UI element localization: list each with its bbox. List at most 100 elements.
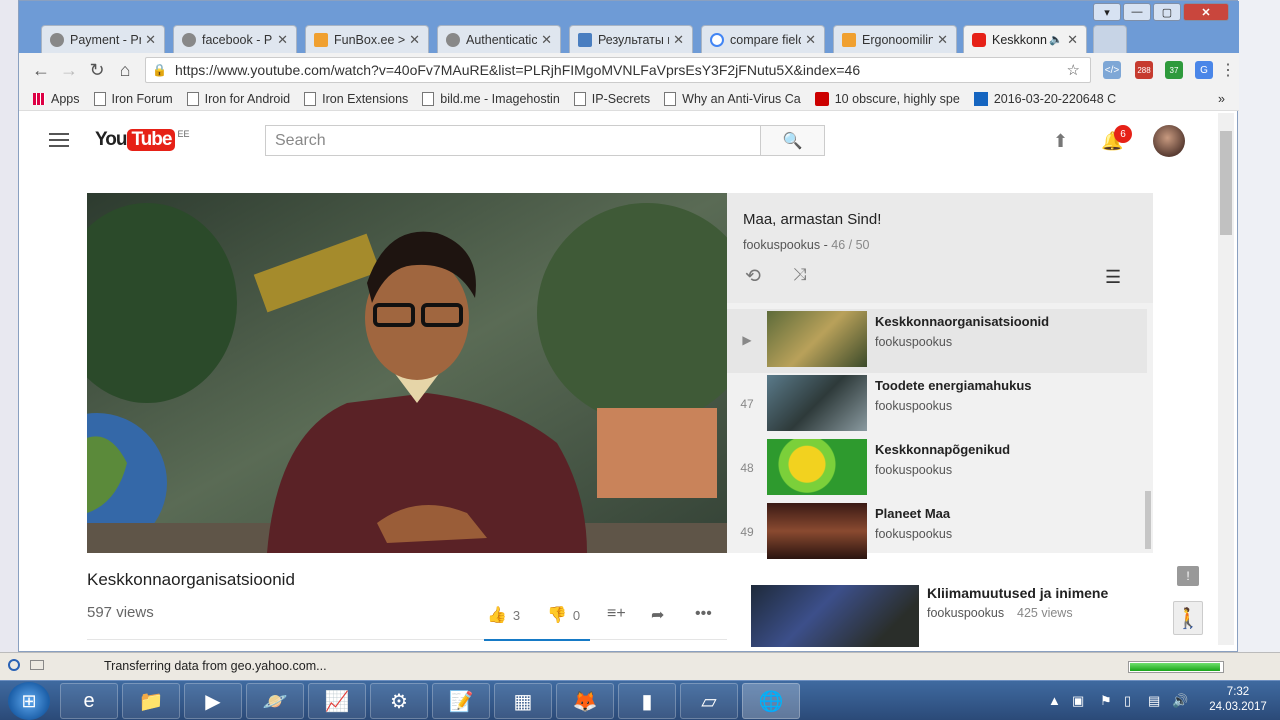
- bookmark-apps[interactable]: Apps: [33, 92, 80, 106]
- page-scrollbar[interactable]: [1218, 113, 1234, 645]
- suggested-video-thumbnail[interactable]: [751, 585, 919, 647]
- search-input[interactable]: Search: [265, 125, 761, 156]
- terminal-icon[interactable]: ▮: [618, 683, 676, 719]
- maximize-button[interactable]: ▢: [1153, 3, 1181, 21]
- firefox-icon[interactable]: 🦊: [556, 683, 614, 719]
- playlist-title[interactable]: Maa, armastan Sind!: [743, 211, 881, 228]
- bookmark-anti-virus[interactable]: Why an Anti-Virus Ca: [664, 91, 801, 106]
- playlist-item[interactable]: 47 Toodete energiamahukus fookuspookus: [727, 373, 1147, 437]
- tab-close-icon[interactable]: ✕: [805, 32, 816, 48]
- upload-icon[interactable]: ⬆: [1053, 131, 1068, 152]
- tab-close-icon[interactable]: ✕: [673, 32, 684, 48]
- search-button[interactable]: 🔍: [760, 125, 825, 156]
- bookmark-bildme[interactable]: bild.me - Imagehostin: [422, 91, 560, 106]
- tab-close-icon[interactable]: ✕: [1067, 32, 1078, 48]
- home-icon[interactable]: ⌂: [111, 56, 139, 84]
- share-button[interactable]: ➦: [651, 605, 670, 625]
- share-icon: ➦: [651, 607, 665, 624]
- exit-icon[interactable]: 🚶: [1173, 601, 1203, 635]
- editor-icon[interactable]: 📝: [432, 683, 490, 719]
- ie-icon[interactable]: e: [60, 683, 118, 719]
- tray-app-icon[interactable]: ▣: [1072, 693, 1084, 709]
- scrollbar-thumb[interactable]: [1220, 131, 1232, 235]
- browser-icon[interactable]: 🪐: [246, 683, 304, 719]
- playlist-item[interactable]: 48 Keskkonnapõgenikud fookuspookus: [727, 437, 1147, 501]
- code-ext-icon[interactable]: </>: [1103, 61, 1121, 79]
- tab-close-icon[interactable]: ✕: [541, 32, 552, 48]
- tray-volume-icon[interactable]: 🔊: [1172, 693, 1188, 709]
- playlist-item[interactable]: ▶ Keskkonnaorganisatsioonid fookuspookus: [727, 309, 1147, 373]
- iron-browser-icon[interactable]: 🌐: [742, 683, 800, 719]
- tab-results[interactable]: Результаты п ✕: [569, 25, 693, 53]
- check-ext-icon[interactable]: 37: [1165, 61, 1183, 79]
- new-tab-button[interactable]: [1093, 25, 1127, 53]
- playlist-scrollbar[interactable]: [1145, 491, 1151, 549]
- address-bar-row: ← → ↻ ⌂ 🔒 https://www.youtube.com/watch?…: [19, 53, 1239, 87]
- dislike-button[interactable]: 👎 0: [547, 605, 580, 625]
- tab-keskkonn[interactable]: Keskkonn 🔈 ✕: [963, 25, 1087, 53]
- bookmarks-bar: Apps Iron Forum Iron for Android Iron Ex…: [19, 87, 1239, 111]
- forward-icon[interactable]: →: [55, 56, 83, 84]
- menu-icon[interactable]: [49, 133, 69, 147]
- translate-ext-icon[interactable]: G: [1195, 61, 1213, 79]
- playlist-item[interactable]: 49 Planeet Maa fookuspookus: [727, 501, 1147, 565]
- feedback-icon[interactable]: !: [1177, 566, 1199, 586]
- tray-flag-icon[interactable]: ⚑: [1100, 693, 1112, 709]
- folder-icon[interactable]: 📁: [122, 683, 180, 719]
- menu-icon[interactable]: ▾: [1093, 3, 1121, 21]
- tab-facebook[interactable]: facebook - P ✕: [173, 25, 297, 53]
- menu-dots-icon[interactable]: ⋮: [1219, 61, 1237, 79]
- minimize-button[interactable]: —: [1123, 3, 1151, 21]
- spreadsheet-icon[interactable]: ▦: [494, 683, 552, 719]
- add-to-playlist-button[interactable]: ≡+: [607, 605, 632, 623]
- bookmark-2016[interactable]: 2016-03-20-220648 C: [973, 91, 1116, 106]
- bookmark-ip-secrets[interactable]: IP-Secrets: [573, 91, 650, 106]
- clock[interactable]: 7:32 24.03.2017: [1208, 685, 1268, 715]
- bookmark-iron-android[interactable]: Iron for Android: [186, 91, 290, 106]
- reload-icon[interactable]: ↻: [83, 56, 111, 84]
- settings-icon[interactable]: ⚙: [370, 683, 428, 719]
- tab-close-icon[interactable]: ✕: [277, 32, 288, 48]
- bookmarks-overflow-icon[interactable]: »: [1218, 92, 1225, 106]
- status-bar: Transferring data from geo.yahoo.com...: [0, 652, 1280, 680]
- tab-authentication[interactable]: Authenticatic ✕: [437, 25, 561, 53]
- avatar[interactable]: [1153, 125, 1185, 157]
- tray-network-icon[interactable]: ▤: [1148, 693, 1160, 709]
- tab-compare-field[interactable]: compare field ✕: [701, 25, 825, 53]
- tab-payment[interactable]: Payment - Pr ✕: [41, 25, 165, 53]
- star-icon[interactable]: ☆: [1067, 61, 1080, 79]
- loop-icon[interactable]: ⟲: [745, 265, 761, 288]
- url-field[interactable]: 🔒 https://www.youtube.com/watch?v=40oFv7…: [145, 57, 1091, 83]
- bookmark-iron-extensions[interactable]: Iron Extensions: [304, 91, 408, 106]
- media-player-icon[interactable]: ▶: [184, 683, 242, 719]
- thumbs-down-icon: 👎: [547, 607, 567, 624]
- tab-close-icon[interactable]: ✕: [937, 32, 948, 48]
- suggested-video-channel[interactable]: fookuspookus: [927, 606, 1004, 620]
- shuffle-icon[interactable]: ⤨: [793, 265, 807, 285]
- video-player[interactable]: [87, 193, 727, 553]
- start-button[interactable]: ⊞: [8, 682, 50, 720]
- desktop-left-edge: [0, 0, 18, 684]
- task-manager-icon[interactable]: 📈: [308, 683, 366, 719]
- tab-ergonoomiline[interactable]: Ergonoomilin ✕: [833, 25, 957, 53]
- close-button[interactable]: ✕: [1183, 3, 1229, 21]
- bookmark-iron-forum[interactable]: Iron Forum: [93, 91, 173, 106]
- like-button[interactable]: 👍 3: [487, 605, 520, 625]
- ublock-ext-icon[interactable]: 288: [1135, 61, 1153, 79]
- google-icon: [710, 32, 724, 47]
- back-icon[interactable]: ←: [27, 56, 55, 84]
- suggested-video-title[interactable]: Kliimamuutused ja inimene: [927, 585, 1108, 601]
- tab-strip: Payment - Pr ✕ facebook - P ✕ FunBox.ee > ✕…: [19, 1, 1239, 53]
- youtube-logo[interactable]: You Tube EE: [95, 129, 189, 151]
- tab-close-icon[interactable]: ✕: [409, 32, 420, 48]
- thumbs-up-icon: 👍: [487, 607, 507, 624]
- tray-expand-icon[interactable]: ▲: [1048, 693, 1061, 708]
- tab-close-icon[interactable]: ✕: [145, 32, 156, 48]
- tray-battery-icon[interactable]: ▯: [1124, 693, 1131, 709]
- more-button[interactable]: •••: [695, 605, 718, 623]
- taskbar: ⊞ e 📁 ▶ 🪐 📈 ⚙ 📝 ▦ 🦊 ▮ ▱ 🌐 ▲ ▣ ⚑ ▯ ▤ 🔊 7:…: [0, 680, 1280, 720]
- bookmark-obscure[interactable]: 10 obscure, highly spe: [814, 91, 960, 106]
- tab-funbox[interactable]: FunBox.ee > ✕: [305, 25, 429, 53]
- notes-icon[interactable]: ▱: [680, 683, 738, 719]
- save-playlist-icon[interactable]: ☰: [1105, 267, 1121, 288]
